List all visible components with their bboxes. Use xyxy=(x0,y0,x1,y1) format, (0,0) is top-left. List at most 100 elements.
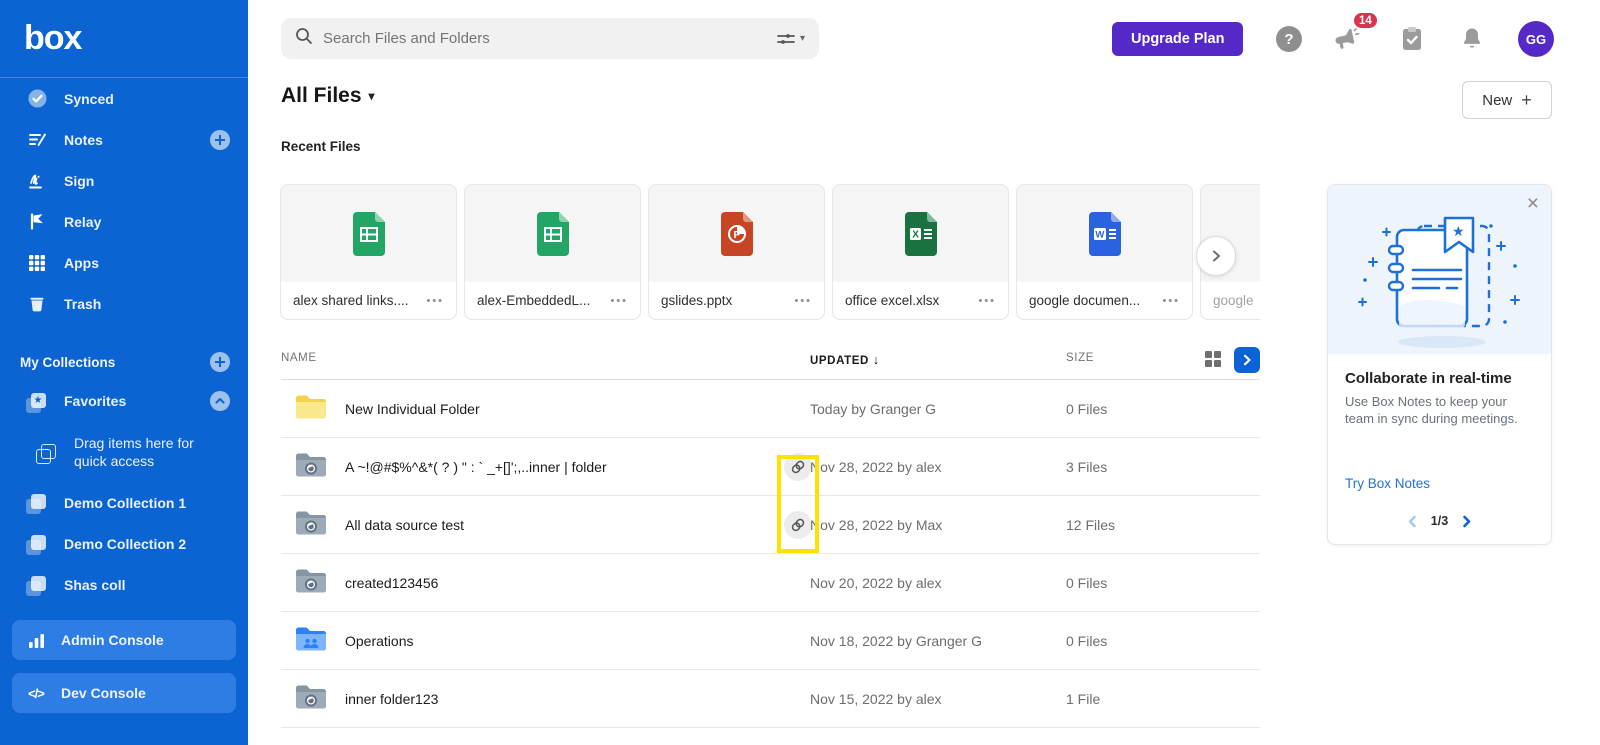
favorites-dropzone[interactable]: Drag items here for quick access xyxy=(0,422,248,482)
promo-illustration: × ★ xyxy=(1328,185,1551,354)
shared-link-icon[interactable] xyxy=(784,452,812,481)
sidebar-item-label: Sign xyxy=(64,172,95,189)
recent-file-card[interactable]: X office excel.xlsx ••• xyxy=(832,184,1009,320)
table-row[interactable]: All data source test Nov 28, 2022 by Max… xyxy=(281,496,1260,554)
ellipsis-menu-icon[interactable]: ••• xyxy=(1162,295,1180,307)
box-logo[interactable]: box xyxy=(24,19,82,58)
sidebar-item-demo-collection-1[interactable]: Demo Collection 1 xyxy=(0,482,248,523)
add-note-icon[interactable] xyxy=(210,129,230,150)
prev-page-icon[interactable] xyxy=(1406,515,1419,528)
column-header-label: UPDATED xyxy=(810,355,869,367)
sidebar-item-dev-console[interactable]: </> Dev Console xyxy=(12,673,236,713)
sidebar-item-demo-collection-2[interactable]: Demo Collection 2 xyxy=(0,523,248,564)
row-size: 12 Files xyxy=(1066,516,1116,533)
table-row[interactable]: New Individual Folder Today by Granger G… xyxy=(281,380,1260,438)
row-updated: Nov 20, 2022 by alex xyxy=(810,574,942,591)
close-icon[interactable]: × xyxy=(1527,193,1539,214)
recent-file-card[interactable]: alex shared links.... ••• xyxy=(280,184,457,320)
row-name[interactable]: All data source test xyxy=(345,517,464,533)
promo-pagination: 1/3 xyxy=(1328,514,1551,528)
file-list: New Individual Folder Today by Granger G… xyxy=(281,380,1260,728)
tasks-clipboard-icon[interactable] xyxy=(1398,25,1426,53)
search-filter-icon[interactable]: ▾ xyxy=(777,32,805,46)
my-collections-label: My Collections xyxy=(20,354,116,370)
row-name[interactable]: created123456 xyxy=(345,575,438,591)
sidebar-item-label: Demo Collection 1 xyxy=(64,494,187,511)
table-row[interactable]: A ~!@#$%^&*( ? ) " : ` _+[]';,..inner | … xyxy=(281,438,1260,496)
chevron-down-icon: ▾ xyxy=(368,89,375,103)
sidebar-item-shas-coll[interactable]: Shas coll xyxy=(0,564,248,605)
bell-icon[interactable] xyxy=(1458,25,1486,53)
page-title[interactable]: All Files ▾ xyxy=(281,84,375,108)
search-input[interactable] xyxy=(323,30,777,47)
excel-icon: X xyxy=(833,211,1008,257)
promo-card: × ★ Collaborate in real-time Use Box Not… xyxy=(1327,184,1552,545)
recent-files-title: Recent Files xyxy=(281,139,361,154)
recent-file-card[interactable]: W google documen... ••• xyxy=(1016,184,1193,320)
dropzone-icon xyxy=(35,442,57,464)
sidebar-item-trash[interactable]: Trash xyxy=(0,283,248,324)
next-page-icon[interactable] xyxy=(1460,515,1473,528)
shared-link-icon[interactable] xyxy=(784,510,812,539)
column-header-size[interactable]: SIZE xyxy=(1066,352,1094,364)
row-name[interactable]: Operations xyxy=(345,633,413,649)
promo-body: Use Box Notes to keep your team in sync … xyxy=(1345,394,1518,426)
sort-descending-icon: ↓ xyxy=(872,352,880,367)
file-name: alex-EmbeddedL... xyxy=(477,293,591,308)
upgrade-plan-button[interactable]: Upgrade Plan xyxy=(1112,22,1244,56)
sidebar-item-sign[interactable]: Sign xyxy=(0,160,248,201)
sidebar-item-synced[interactable]: Synced xyxy=(0,78,248,119)
sidebar-item-relay[interactable]: Relay xyxy=(0,201,248,242)
new-button-label: New xyxy=(1482,91,1513,109)
column-header-updated[interactable]: UPDATED ↓ xyxy=(810,352,880,367)
row-name[interactable]: inner folder123 xyxy=(345,691,438,707)
ellipsis-menu-icon[interactable]: ••• xyxy=(794,295,812,307)
sidebar-item-label: Admin Console xyxy=(61,632,164,648)
column-header-name[interactable]: NAME xyxy=(281,352,317,364)
box-app-window: box Synced Notes Sign Relay Apps Trash M… xyxy=(0,0,1600,745)
sidebar-item-admin-console[interactable]: Admin Console xyxy=(12,620,236,660)
sidebar-item-apps[interactable]: Apps xyxy=(0,242,248,283)
recent-file-card[interactable]: alex-EmbeddedL... ••• xyxy=(464,184,641,320)
box-notes-illustration: ★ xyxy=(1357,216,1520,348)
new-button[interactable]: New + xyxy=(1462,81,1552,119)
open-side-panel-button[interactable] xyxy=(1234,347,1260,373)
collapse-favorites-icon[interactable] xyxy=(210,391,230,411)
row-name[interactable]: New Individual Folder xyxy=(345,401,480,417)
try-box-notes-link[interactable]: Try Box Notes xyxy=(1345,476,1430,491)
avatar[interactable]: GG xyxy=(1518,21,1554,57)
table-row[interactable]: Operations Nov 18, 2022 by Granger G 0 F… xyxy=(281,612,1260,670)
file-name: office excel.xlsx xyxy=(845,293,940,308)
notes-icon xyxy=(27,130,47,150)
relay-icon xyxy=(27,212,47,232)
google-sheet-icon xyxy=(465,211,640,257)
sign-icon xyxy=(27,171,47,191)
table-row[interactable]: inner folder123 Nov 15, 2022 by alex 1 F… xyxy=(281,670,1260,728)
sidebar-item-notes[interactable]: Notes xyxy=(0,119,248,160)
page-indicator: 1/3 xyxy=(1430,514,1449,528)
sidebar-item-favorites[interactable]: ★ Favorites xyxy=(0,380,248,422)
table-row[interactable]: created123456 Nov 20, 2022 by alex 0 Fil… xyxy=(281,554,1260,612)
sidebar-item-label: Relay xyxy=(64,213,102,230)
grid-view-icon[interactable] xyxy=(1205,351,1221,367)
add-collection-icon[interactable] xyxy=(210,352,230,372)
sidebar-item-label: Favorites xyxy=(64,393,127,409)
row-updated: Today by Granger G xyxy=(810,400,937,417)
svg-text:W: W xyxy=(1095,230,1104,241)
sidebar-item-label: Synced xyxy=(64,90,114,107)
help-icon[interactable]: ? xyxy=(1275,25,1303,53)
ellipsis-menu-icon[interactable]: ••• xyxy=(978,295,996,307)
google-sheet-icon xyxy=(281,211,456,257)
ellipsis-menu-icon[interactable]: ••• xyxy=(426,295,444,307)
row-updated: Nov 18, 2022 by Granger G xyxy=(810,632,982,649)
svg-text:X: X xyxy=(912,230,919,241)
row-name[interactable]: A ~!@#$%^&*( ? ) " : ` _+[]';,..inner | … xyxy=(345,459,607,475)
ellipsis-menu-icon[interactable]: ••• xyxy=(610,295,628,307)
carousel-next-button[interactable] xyxy=(1196,236,1236,276)
word-doc-icon: W xyxy=(1017,211,1192,257)
trash-icon xyxy=(27,294,47,314)
main-content: ▾ Upgrade Plan ? 14 GG All Files ▾ New +… xyxy=(248,0,1600,745)
sidebar-item-label: Dev Console xyxy=(61,685,146,701)
recent-file-card[interactable]: P gslides.pptx ••• xyxy=(648,184,825,320)
collection-icon xyxy=(25,534,47,555)
